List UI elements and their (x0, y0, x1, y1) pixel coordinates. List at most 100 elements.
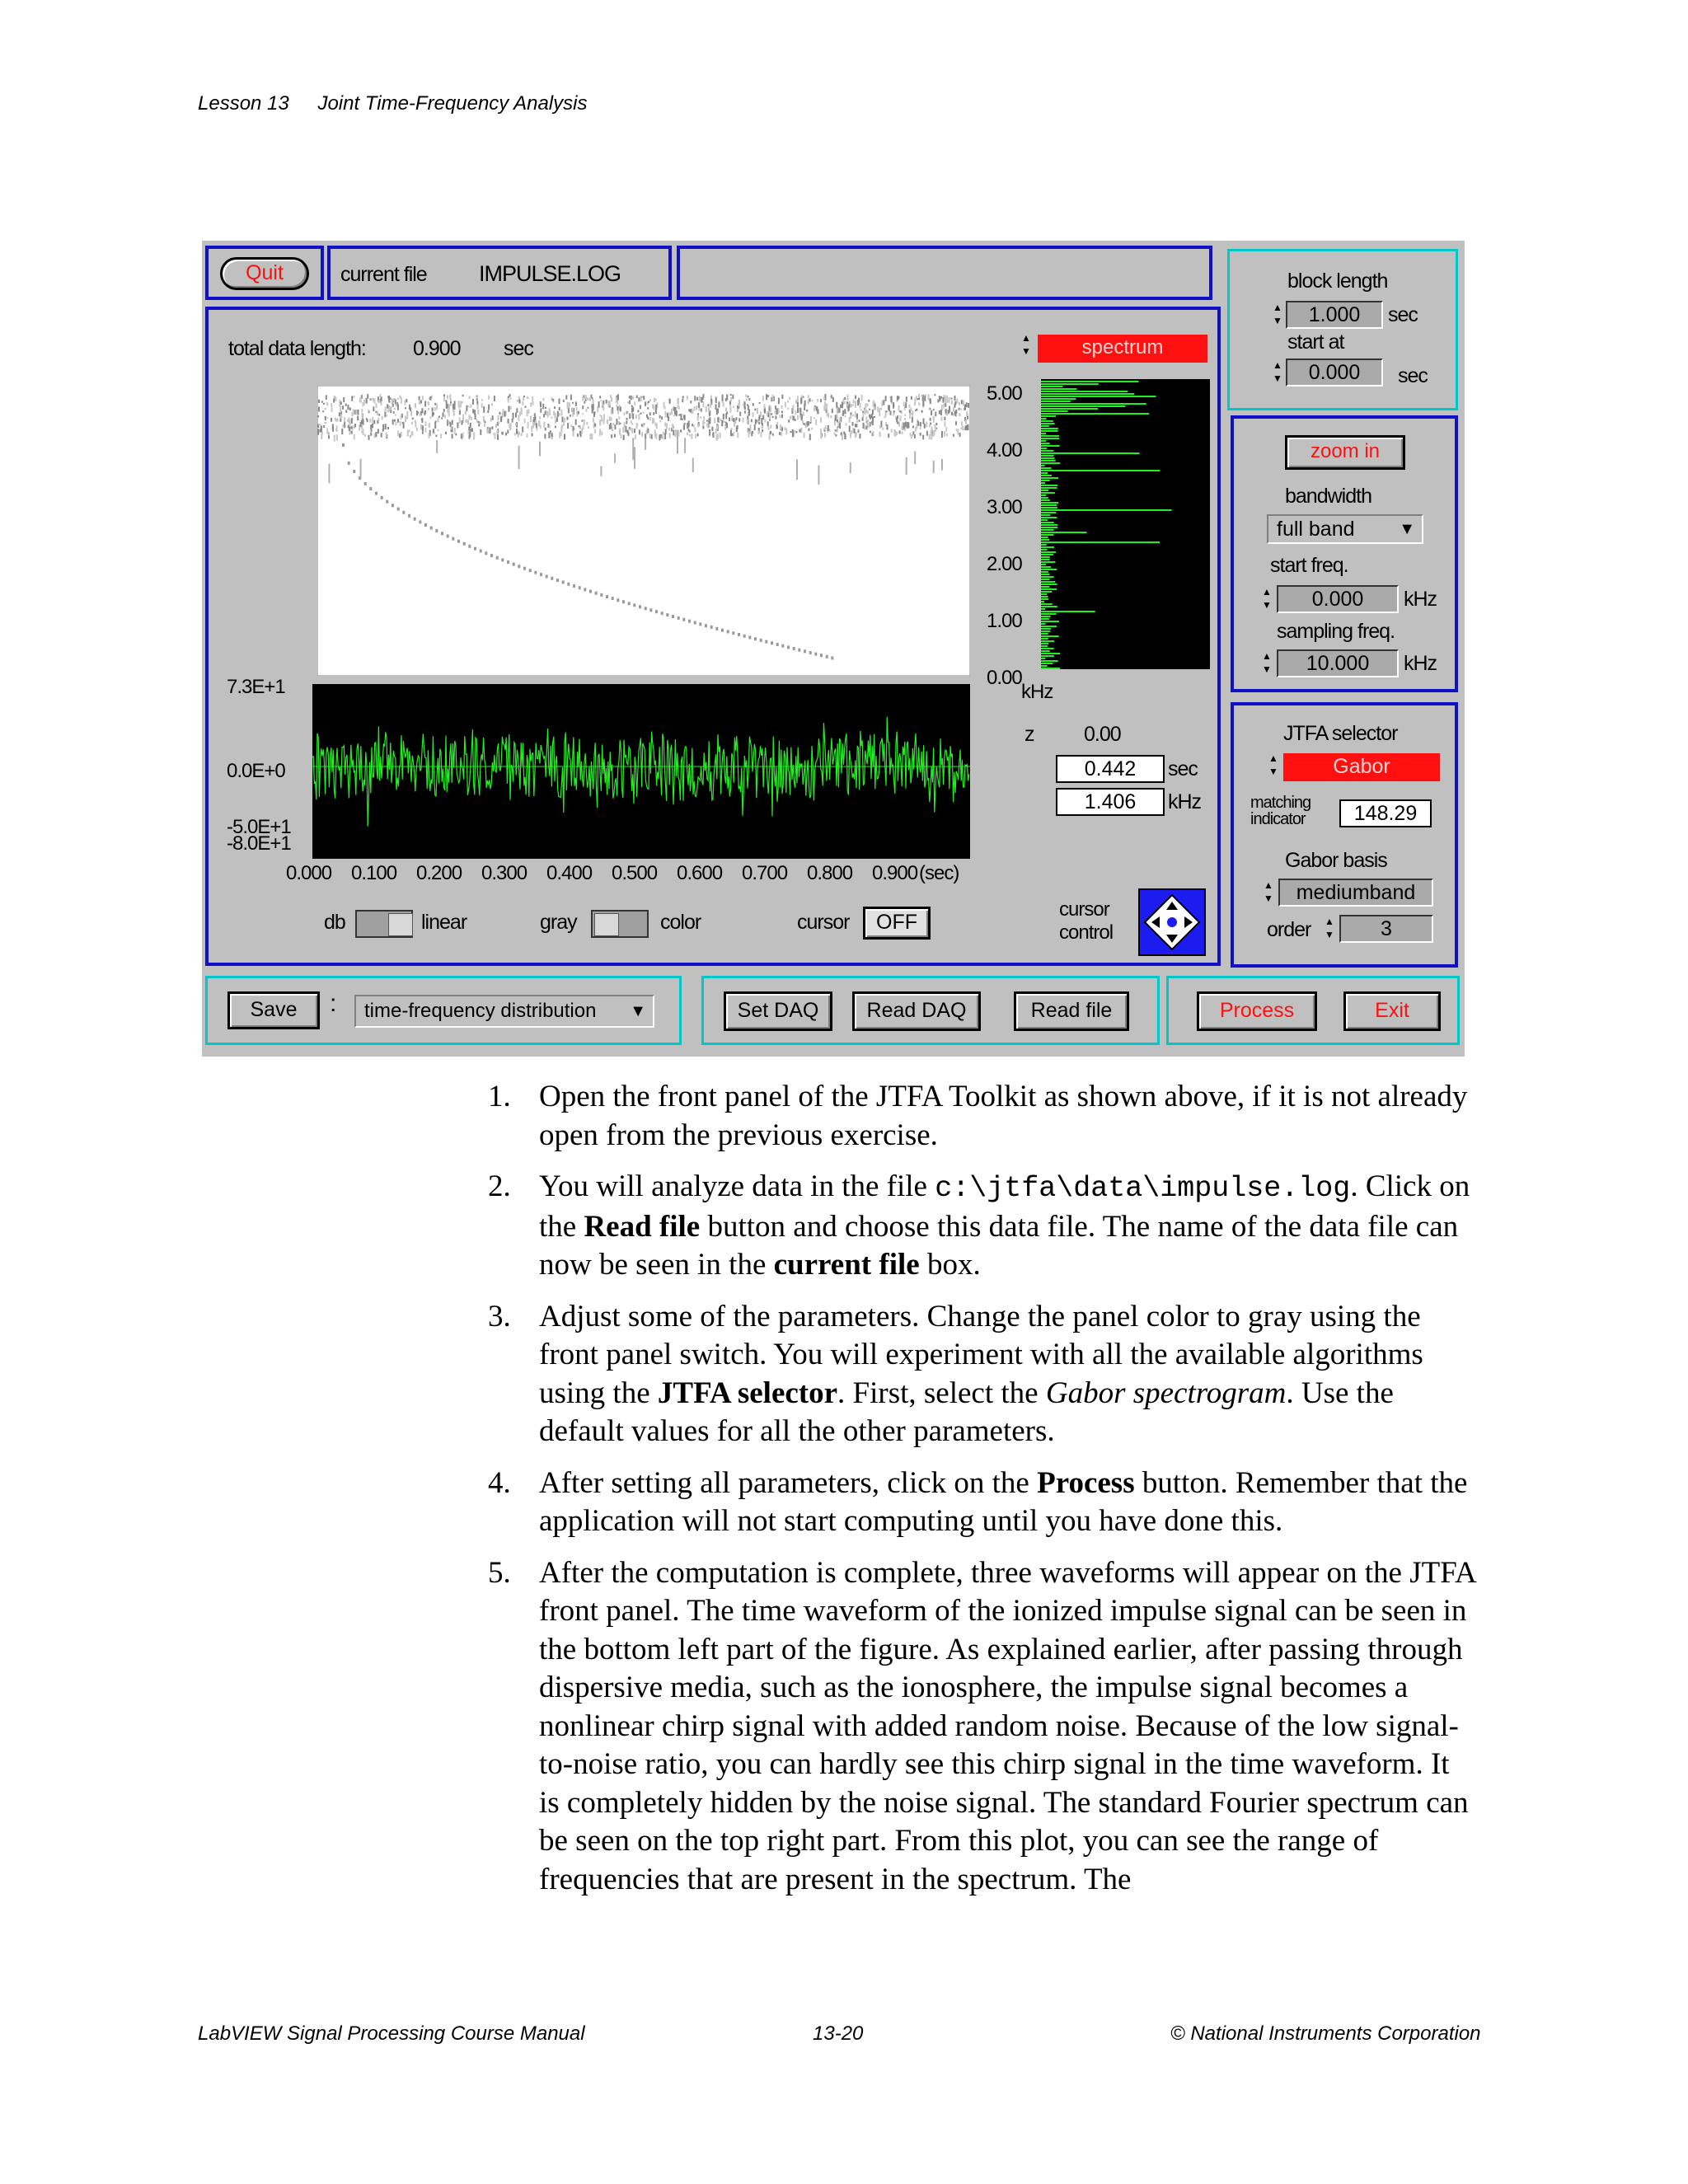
jtfa-front-panel: Quit current file IMPULSE.LOG total data… (202, 241, 1465, 1057)
time-axis-unit: (sec) (919, 862, 959, 884)
plot-area: total data length: 0.900 sec ▲ ▼ spectrum… (205, 307, 1221, 966)
amplitude-tick-label: 0.0E+0 (227, 760, 286, 782)
read-daq-button[interactable]: Read DAQ (852, 991, 981, 1031)
db-linear-switch[interactable] (355, 910, 413, 938)
amplitude-tick-label: -8.0E+1 (227, 832, 292, 855)
frequency-tick-label: 4.00 (987, 439, 1023, 462)
process-group: Process Exit (1166, 976, 1460, 1045)
bandwidth-group: zoom in bandwidth full band ▼ start freq… (1231, 415, 1458, 692)
quit-group: Quit (205, 246, 324, 300)
order-stepper[interactable]: ▲ ▼ (1325, 915, 1334, 943)
footer-manual-title: LabVIEW Signal Processing Course Manual (198, 2022, 585, 2045)
lesson-number: Lesson 13 (198, 92, 289, 115)
status-box (677, 246, 1212, 300)
jtfa-selector-arrows[interactable]: ▲ ▼ (1268, 752, 1278, 780)
bandwidth-label: bandwidth (1285, 485, 1372, 508)
start-at-unit: sec (1398, 364, 1428, 387)
start-at-field[interactable]: 0.000 (1286, 359, 1383, 387)
amplitude-tick-label: 7.3E+1 (227, 676, 286, 698)
time-tick-label: 0.400 (546, 862, 593, 884)
jtfa-selector[interactable]: Gabor (1283, 753, 1440, 781)
time-tick-label: 0.200 (416, 862, 462, 884)
exit-button[interactable]: Exit (1343, 991, 1441, 1031)
matching-indicator-value: 148.29 (1339, 799, 1432, 827)
gabor-basis-arrows[interactable]: ▲ ▼ (1264, 879, 1273, 907)
jtfa-selector-group: JTFA selector ▲ ▼ Gabor matching indicato… (1231, 702, 1458, 968)
set-daq-button[interactable]: Set DAQ (724, 991, 832, 1031)
quit-button[interactable]: Quit (220, 257, 309, 290)
instruction-list: 1. Open the front panel of the JTFA Tool… (488, 1078, 1477, 1912)
spectrum-selector-arrows[interactable]: ▲ ▼ (1021, 331, 1031, 359)
spectrum-selector[interactable]: spectrum (1038, 335, 1207, 363)
process-button[interactable]: Process (1197, 991, 1317, 1031)
gabor-basis-field[interactable]: mediumband (1278, 879, 1433, 907)
block-length-field[interactable]: 1.000 (1286, 301, 1383, 329)
time-frequency-plot[interactable] (317, 386, 970, 676)
start-freq-stepper[interactable]: ▲ ▼ (1262, 585, 1272, 613)
block-length-stepper[interactable]: ▲ ▼ (1273, 301, 1282, 329)
frequency-tick-label: 2.00 (987, 553, 1023, 575)
cursor-time-value: 0.442 (1056, 755, 1165, 783)
list-item: 2. You will analyze data in the file c:\… (488, 1169, 1470, 1282)
bandwidth-value: full band (1277, 518, 1355, 541)
current-file-value: IMPULSE.LOG (479, 261, 621, 286)
current-file-group: current file IMPULSE.LOG (327, 246, 672, 300)
time-tick-label: 0.900 (872, 862, 918, 884)
time-tick-label: 0.500 (612, 862, 658, 884)
time-tick-label: 0.800 (807, 862, 853, 884)
cursor-z-value: 0.00 (1084, 723, 1122, 746)
lesson-title: Joint Time-Frequency Analysis (317, 92, 588, 115)
save-button[interactable]: Save (227, 991, 320, 1029)
cursor-z-label: z (1025, 723, 1034, 746)
zoom-button[interactable]: zoom in (1285, 435, 1405, 470)
matching-indicator-label-2: indicator (1250, 810, 1306, 828)
db-label: db (324, 911, 346, 934)
cursor-arrows-icon (1143, 893, 1201, 951)
order-label: order (1267, 918, 1311, 941)
block-length-group: block length ▲ ▼ 1.000 sec start at ▲ ▼ 0.… (1227, 249, 1458, 410)
chevron-down-icon: ▼ (630, 1002, 646, 1020)
time-tick-label: 0.600 (677, 862, 723, 884)
cursor-label: cursor (797, 911, 850, 934)
color-label: color (660, 911, 701, 934)
block-length-label: block length (1287, 269, 1388, 293)
start-freq-unit: kHz (1404, 588, 1437, 611)
sampling-freq-label: sampling freq. (1277, 620, 1395, 643)
page-header: Lesson 13 Joint Time-Frequency Analysis (198, 92, 587, 115)
gray-color-switch[interactable] (591, 910, 649, 938)
start-freq-field[interactable]: 0.000 (1277, 585, 1399, 613)
start-at-stepper[interactable]: ▲ ▼ (1273, 359, 1282, 387)
sampling-freq-stepper[interactable]: ▲ ▼ (1262, 649, 1272, 677)
cursor-off-button[interactable]: OFF (863, 907, 931, 940)
file-path: c:\jtfa\data\impulse.log (935, 1172, 1351, 1205)
cursor-freq-unit: kHz (1168, 790, 1202, 813)
time-tick-label: 0.700 (742, 862, 788, 884)
time-tick-label: 0.100 (351, 862, 397, 884)
gabor-basis-label: Gabor basis (1285, 849, 1388, 872)
save-ring-arrows[interactable]: : (330, 990, 336, 1018)
order-field[interactable]: 3 (1339, 915, 1433, 943)
sampling-freq-field[interactable]: 10.000 (1277, 649, 1399, 677)
list-item: 1. Open the front panel of the JTFA Tool… (488, 1080, 1468, 1152)
data-source-group: Set DAQ Read DAQ Read file (701, 976, 1160, 1045)
frequency-axis-unit: kHz (1021, 681, 1053, 703)
gray-label: gray (540, 911, 578, 934)
cursor-freq-value: 1.406 (1056, 788, 1165, 816)
frequency-tick-label: 3.00 (987, 496, 1023, 518)
save-option-dropdown[interactable]: time-frequency distribution ▼ (354, 995, 654, 1028)
list-item: 4. After setting all parameters, click o… (488, 1465, 1468, 1539)
save-option-value: time-frequency distribution (364, 1000, 597, 1022)
chevron-down-icon: ▼ (1399, 520, 1415, 538)
time-tick-label: 0.000 (286, 862, 332, 884)
frequency-tick-label: 5.00 (987, 382, 1023, 405)
total-data-length-label: total data length: (228, 337, 367, 360)
cursor-control-label: cursor control (1059, 898, 1114, 944)
read-file-button[interactable]: Read file (1014, 991, 1129, 1031)
save-group: Save : time-frequency distribution ▼ (205, 976, 682, 1045)
time-tick-label: 0.300 (481, 862, 528, 884)
bandwidth-dropdown[interactable]: full band ▼ (1267, 514, 1423, 544)
spectrum-plot (1041, 379, 1210, 669)
cursor-control-pad[interactable] (1138, 888, 1206, 956)
total-data-length-unit: sec (504, 337, 534, 360)
matching-indicator-label-1: matching (1250, 794, 1311, 812)
